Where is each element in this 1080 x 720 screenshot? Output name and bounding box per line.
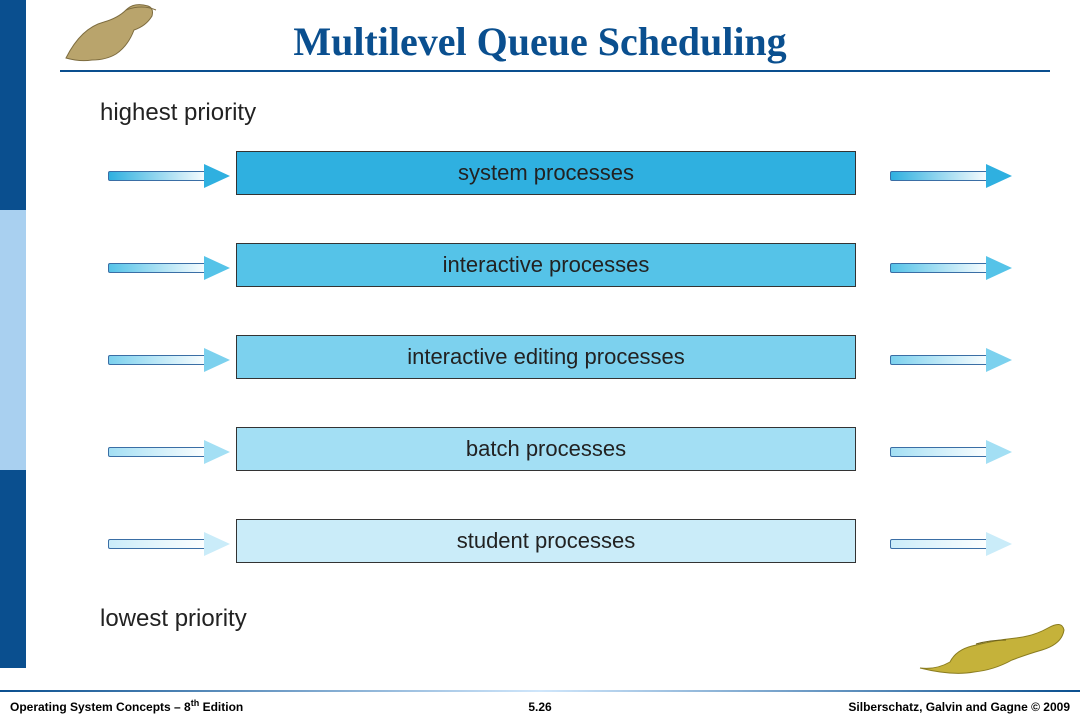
- diagram: highest priority system processes intera: [60, 85, 1040, 645]
- queue-box: student processes: [236, 519, 856, 563]
- label-highest-priority: highest priority: [100, 99, 256, 127]
- footer-left-prefix: Operating System Concepts – 8: [10, 700, 191, 714]
- queue-row: student processes: [60, 519, 1040, 569]
- arrow-out-icon: [890, 169, 1010, 183]
- queue-row: interactive processes: [60, 243, 1040, 293]
- queue-row: system processes: [60, 151, 1040, 201]
- footer-divider: [0, 690, 1080, 692]
- slide-title: Multilevel Queue Scheduling: [0, 18, 1080, 65]
- arrow-in-icon: [108, 261, 228, 275]
- arrow-in-icon: [108, 353, 228, 367]
- queue-row: interactive editing processes: [60, 335, 1040, 385]
- footer-copyright: Silberschatz, Galvin and Gagne © 2009: [848, 700, 1070, 714]
- queue-row: batch processes: [60, 427, 1040, 477]
- arrow-out-icon: [890, 353, 1010, 367]
- arrow-in-icon: [108, 537, 228, 551]
- label-lowest-priority: lowest priority: [100, 605, 247, 633]
- queue-label: system processes: [458, 160, 634, 186]
- footer: Operating System Concepts – 8th Edition …: [0, 690, 1080, 720]
- arrow-out-icon: [890, 261, 1010, 275]
- slide: Multilevel Queue Scheduling highest prio…: [0, 0, 1080, 720]
- queue-label: student processes: [457, 528, 636, 554]
- dinosaur-bottom-right-icon: [916, 610, 1066, 680]
- queue-box: system processes: [236, 151, 856, 195]
- queue-label: interactive processes: [443, 252, 650, 278]
- queue-box: interactive editing processes: [236, 335, 856, 379]
- queue-label: batch processes: [466, 436, 626, 462]
- queue-box: interactive processes: [236, 243, 856, 287]
- arrow-in-icon: [108, 169, 228, 183]
- queue-label: interactive editing processes: [407, 344, 685, 370]
- left-accent-bar: [0, 0, 26, 668]
- arrow-out-icon: [890, 537, 1010, 551]
- footer-left-sup: th: [191, 698, 200, 708]
- footer-book-title: Operating System Concepts – 8th Edition: [10, 698, 243, 714]
- footer-left-suffix: Edition: [199, 700, 243, 714]
- queue-box: batch processes: [236, 427, 856, 471]
- arrow-out-icon: [890, 445, 1010, 459]
- title-underline: [60, 70, 1050, 72]
- slide-number: 5.26: [528, 700, 551, 714]
- arrow-in-icon: [108, 445, 228, 459]
